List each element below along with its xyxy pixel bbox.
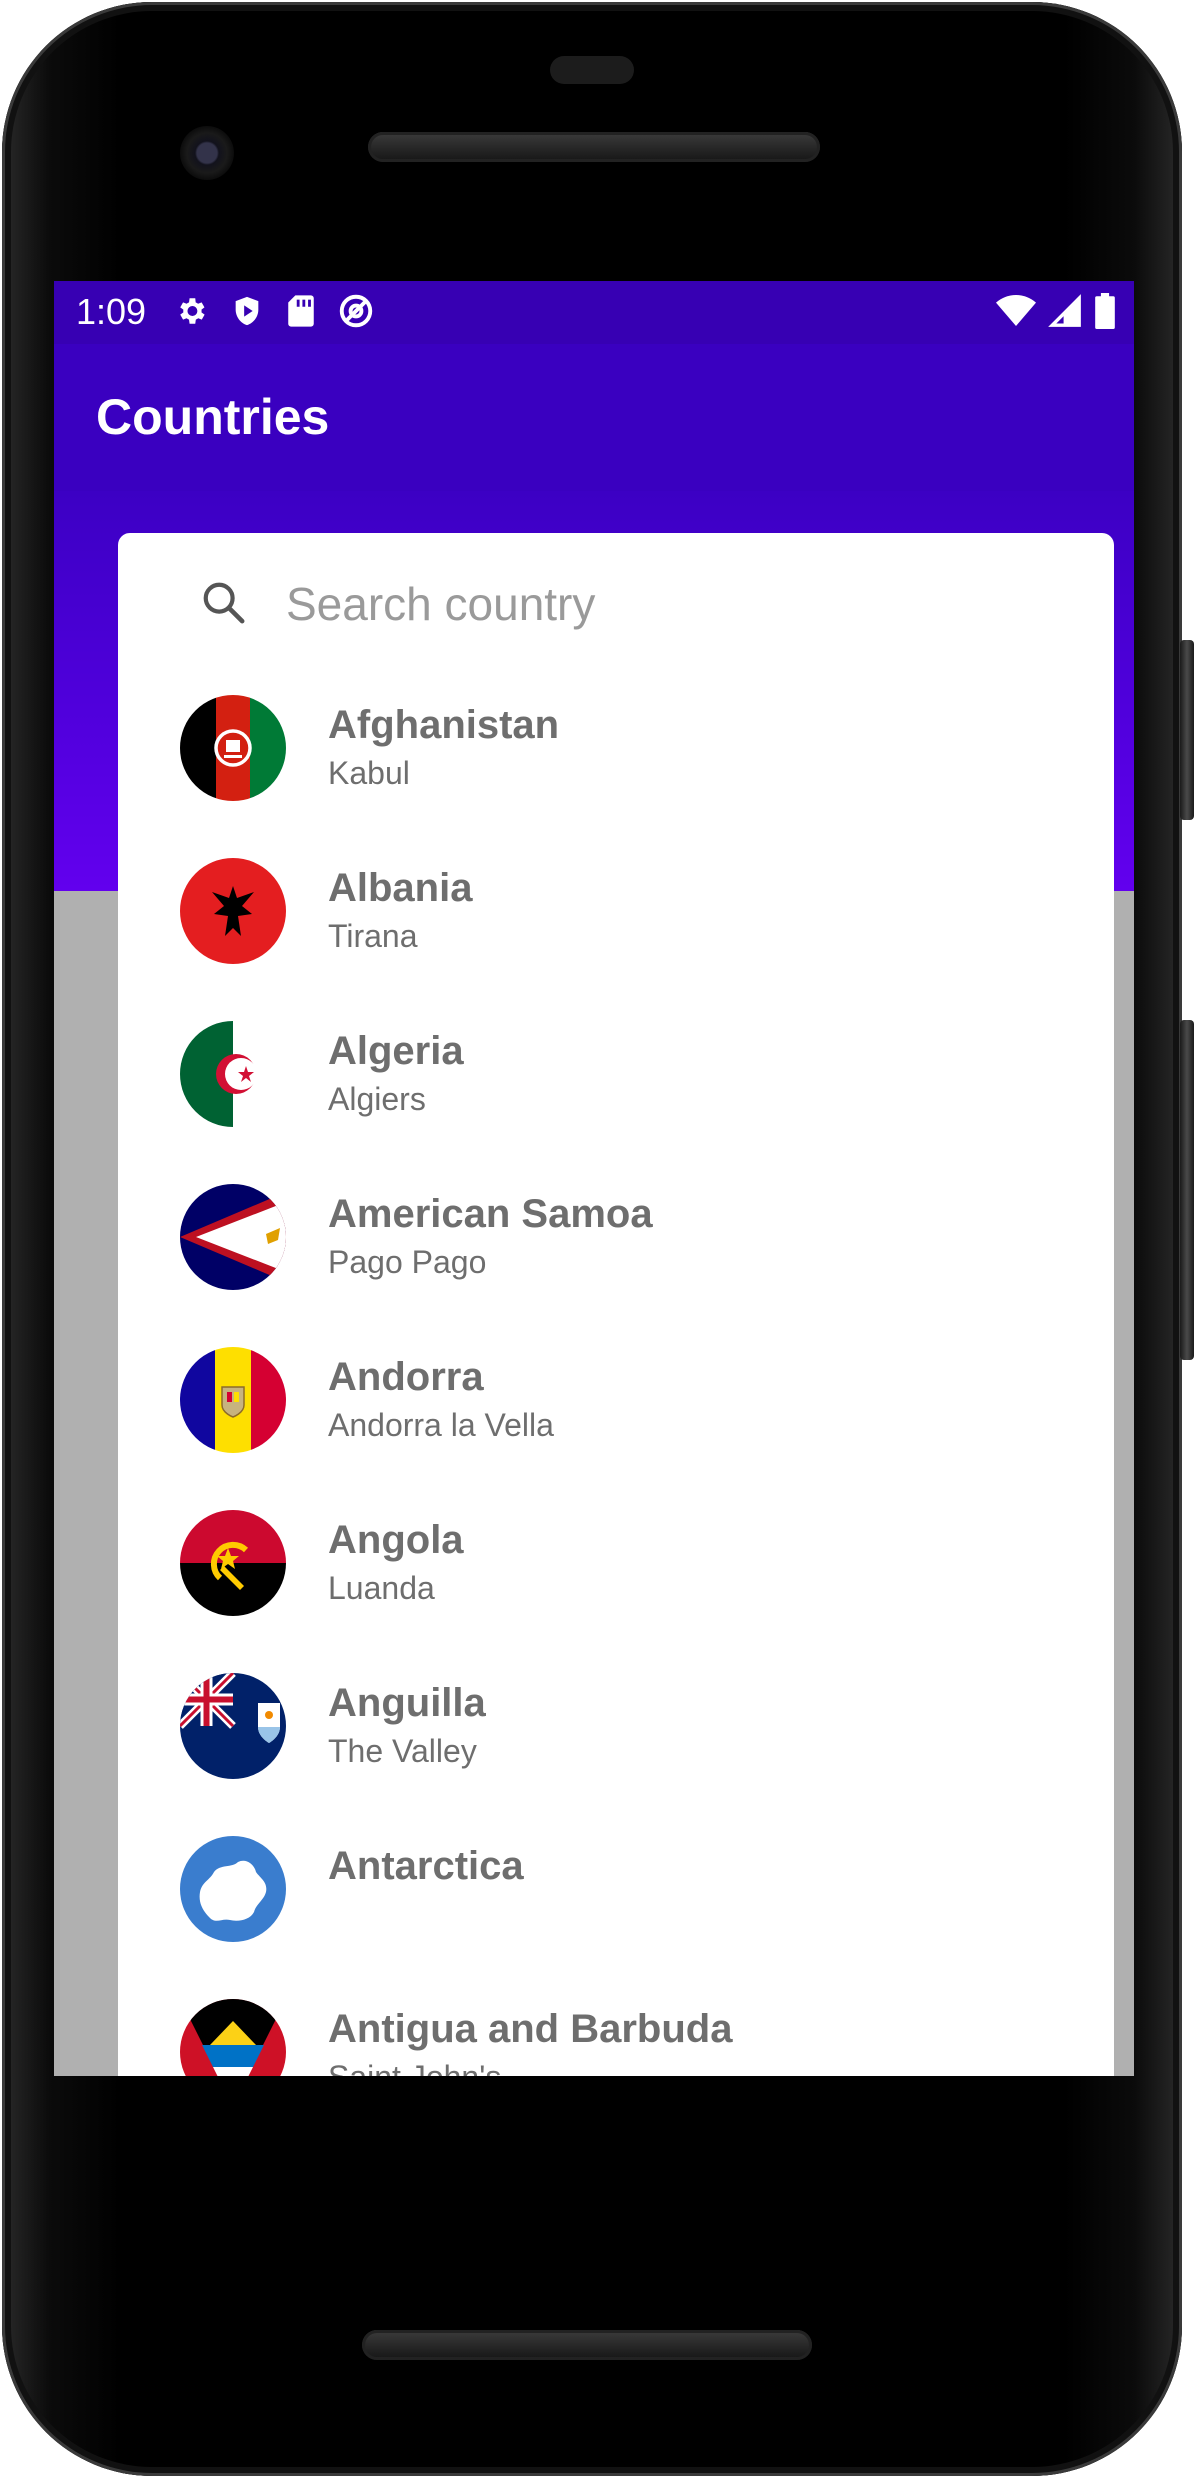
phone-frame: 1:09 Countries Search country Afghanista… (2, 2, 1182, 2476)
search-icon (203, 582, 245, 624)
country-capital: Luanda (328, 1570, 435, 1606)
bottom-speaker-grille (362, 2330, 812, 2360)
settings-gear-icon (180, 298, 205, 324)
country-capital: Saint John's (328, 2059, 501, 2076)
at-sign-icon (339, 294, 373, 328)
status-time: 1:09 (76, 291, 147, 332)
screen: 1:09 Countries Search country Afghanista… (54, 281, 1134, 2076)
list-item-antigua-and-barbuda[interactable]: Antigua and Barbuda Saint John's (118, 1987, 1114, 2076)
list-item-albania[interactable]: Albania Tirana (118, 846, 1114, 1009)
list-item-anguilla[interactable]: Anguilla The Valley (118, 1661, 1114, 1824)
list-item-afghanistan[interactable]: Afghanistan Kabul (118, 683, 1114, 846)
battery-icon (1095, 293, 1115, 329)
status-notification-icons (174, 293, 374, 329)
volume-rocker (1180, 1020, 1194, 1360)
list-item-andorra[interactable]: Andorra Andorra la Vella (118, 1335, 1114, 1498)
front-camera (180, 126, 234, 180)
country-name: Albania (328, 866, 473, 910)
list-item-algeria[interactable]: Algeria Algiers (118, 1009, 1114, 1172)
country-capital: The Valley (328, 1733, 477, 1769)
country-capital: Kabul (328, 755, 410, 791)
search-input[interactable] (286, 571, 1046, 637)
country-name: American Samoa (328, 1192, 653, 1236)
country-capital: Andorra la Vella (328, 1407, 554, 1443)
anguilla-flag-icon (180, 1673, 286, 1779)
list-item-antarctica[interactable]: Antarctica (118, 1824, 1114, 1987)
algeria-flag-icon (180, 1021, 286, 1127)
american-samoa-flag-icon (180, 1184, 286, 1290)
country-name: Afghanistan (328, 703, 560, 747)
country-name: Algeria (328, 1029, 464, 1073)
app-bar: Countries (54, 344, 1134, 491)
afghanistan-flag-icon (180, 695, 286, 801)
antarctica-flag-icon (180, 1836, 286, 1942)
country-capital: Tirana (328, 918, 418, 954)
wifi-icon (996, 295, 1036, 326)
top-speaker-grille (368, 132, 820, 162)
countries-card: Afghanistan Kabul Albania Tirana (118, 533, 1114, 2076)
search-bar (118, 533, 1114, 683)
country-name: Andorra (328, 1355, 484, 1399)
country-name: Antarctica (328, 1844, 524, 1888)
albania-flag-icon (180, 858, 286, 964)
antigua-and-barbuda-flag-icon (180, 1999, 286, 2076)
country-list[interactable]: Afghanistan Kabul Albania Tirana Algeria… (118, 683, 1114, 2076)
angola-flag-icon (180, 1510, 286, 1616)
shield-play-icon (235, 296, 259, 326)
page-title: Countries (96, 389, 330, 445)
country-capital: Algiers (328, 1081, 426, 1117)
country-name: Antigua and Barbuda (328, 2007, 733, 2051)
signal-icon (1048, 294, 1081, 327)
list-item-angola[interactable]: Angola Luanda (118, 1498, 1114, 1661)
earpiece (550, 56, 634, 84)
status-bar: 1:09 (54, 281, 1134, 344)
country-name: Anguilla (328, 1681, 486, 1725)
power-button (1180, 640, 1194, 820)
andorra-flag-icon (180, 1347, 286, 1453)
status-system-icons (996, 293, 1116, 329)
country-capital: Pago Pago (328, 1244, 487, 1280)
sd-card-icon (288, 295, 314, 327)
list-item-american-samoa[interactable]: American Samoa Pago Pago (118, 1172, 1114, 1335)
country-name: Angola (328, 1518, 464, 1562)
